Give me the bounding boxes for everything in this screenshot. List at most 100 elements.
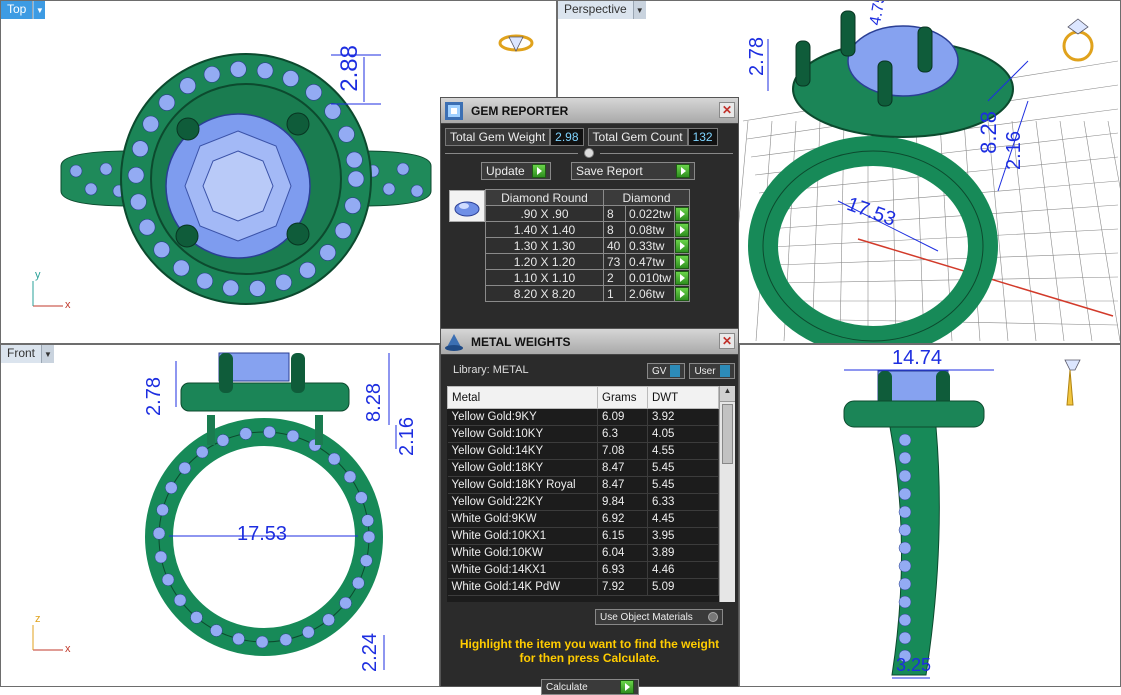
toggle-icon bbox=[708, 612, 718, 622]
metal-grams: 6.15 bbox=[597, 527, 648, 545]
gem-count: 8 bbox=[603, 205, 626, 222]
save-report-label: Save Report bbox=[576, 163, 643, 178]
metal-row[interactable]: White Gold:10KW 6.04 3.89 bbox=[447, 544, 719, 562]
metal-grams: 6.92 bbox=[597, 510, 648, 528]
diamond-round-icon bbox=[449, 190, 485, 222]
viewport-right[interactable]: 14.74 3.25 bbox=[739, 344, 1121, 687]
gem-weight: 2.06tw bbox=[624, 285, 676, 302]
ring-right-render bbox=[843, 359, 1081, 679]
splitter[interactable] bbox=[445, 148, 733, 158]
use-object-materials-label: Use Object Materials bbox=[600, 611, 693, 623]
metal-row[interactable]: Yellow Gold:18KY 8.47 5.45 bbox=[447, 459, 719, 477]
metal-dwt: 4.45 bbox=[647, 510, 719, 528]
chevron-down-icon[interactable]: ▼ bbox=[633, 1, 646, 19]
gem-select-button[interactable] bbox=[674, 237, 691, 254]
info-icon bbox=[719, 365, 730, 377]
column-header-grams[interactable]: Grams bbox=[597, 386, 648, 409]
gem-reporter-titlebar[interactable]: GEM REPORTER ✕ bbox=[441, 98, 738, 124]
gem-select-button[interactable] bbox=[674, 269, 691, 286]
column-header-dwt[interactable]: DWT bbox=[647, 386, 719, 409]
gem-weight: 0.010tw bbox=[624, 269, 676, 286]
gem-reporter-panel: GEM REPORTER ✕ Total Gem Weight 2.98 Tot… bbox=[440, 97, 739, 330]
metal-dwt: 3.92 bbox=[647, 408, 719, 426]
instruction-text: Highlight the item you want to find the … bbox=[441, 637, 738, 665]
metal-row[interactable]: Yellow Gold:18KY Royal 8.47 5.45 bbox=[447, 476, 719, 494]
gem-row[interactable]: .90 X .90 8 0.022tw bbox=[485, 205, 691, 222]
play-arrow-icon bbox=[675, 286, 690, 301]
chevron-down-icon[interactable]: ▼ bbox=[33, 1, 46, 19]
axis-y-label: y bbox=[35, 269, 41, 281]
metal-row[interactable]: Yellow Gold:10KY 6.3 4.05 bbox=[447, 425, 719, 443]
dimension-label: 2.78 bbox=[746, 37, 768, 76]
scroll-thumb[interactable] bbox=[722, 404, 733, 464]
gem-select-button[interactable] bbox=[674, 221, 691, 238]
metal-grams: 6.04 bbox=[597, 544, 648, 562]
collapse-icon[interactable] bbox=[584, 148, 594, 158]
axis-x-label: x bbox=[65, 299, 71, 311]
info-icon bbox=[670, 365, 681, 377]
gem-row[interactable]: 8.20 X 8.20 1 2.06tw bbox=[485, 285, 691, 302]
panel-title: GEM REPORTER bbox=[471, 103, 569, 118]
dimension-label: 17.53 bbox=[237, 523, 288, 545]
gem-reporter-icon bbox=[443, 100, 465, 122]
metal-grams: 6.3 bbox=[597, 425, 648, 443]
close-icon[interactable]: ✕ bbox=[719, 333, 735, 349]
column-header-metal[interactable]: Metal bbox=[447, 386, 598, 409]
gv-button[interactable]: GV bbox=[647, 363, 686, 379]
viewport-tab-perspective[interactable]: Perspective ▼ bbox=[558, 1, 646, 19]
metal-table-container[interactable]: Metal Grams DWT Yellow Gold:9KY 6.09 3.92 Y… bbox=[447, 386, 735, 602]
gem-weight: 0.33tw bbox=[624, 237, 676, 254]
save-report-button[interactable]: Save Report bbox=[571, 162, 695, 180]
use-object-materials-toggle[interactable]: Use Object Materials bbox=[595, 609, 723, 625]
column-header-shape: Diamond Round bbox=[485, 189, 604, 206]
gem-row[interactable]: 1.10 X 1.10 2 0.010tw bbox=[485, 269, 691, 286]
play-arrow-icon bbox=[675, 222, 690, 237]
update-label: Update bbox=[486, 163, 525, 178]
gem-count: 8 bbox=[603, 221, 626, 238]
close-icon[interactable]: ✕ bbox=[719, 102, 735, 118]
gem-row[interactable]: 1.20 X 1.20 73 0.47tw bbox=[485, 253, 691, 270]
viewport-front[interactable]: Front ▼ 2.78 8.28 2.16 17.53 2.24 z x bbox=[0, 344, 440, 687]
calculate-button[interactable]: Calculate bbox=[541, 679, 639, 695]
viewport-tab-front[interactable]: Front ▼ bbox=[1, 345, 55, 363]
scrollbar[interactable]: ▲ bbox=[719, 386, 735, 602]
play-arrow-icon bbox=[532, 164, 546, 178]
library-label: Library: METAL bbox=[453, 364, 529, 376]
play-arrow-icon bbox=[676, 164, 690, 178]
dimension-label: 14.74 bbox=[892, 347, 943, 369]
dimension-label: 2.78 bbox=[143, 377, 165, 416]
dimension-label: 3.25 bbox=[896, 655, 932, 675]
metal-row[interactable]: Yellow Gold:14KY 7.08 4.55 bbox=[447, 442, 719, 460]
viewport-tab-top[interactable]: Top ▼ bbox=[1, 1, 46, 19]
gem-size: 8.20 X 8.20 bbox=[485, 285, 604, 302]
metal-row[interactable]: White Gold:10KX1 6.15 3.95 bbox=[447, 527, 719, 545]
chevron-down-icon[interactable]: ▼ bbox=[42, 345, 55, 363]
metal-name: Yellow Gold:18KY bbox=[447, 459, 598, 477]
metal-name: White Gold:14KX1 bbox=[447, 561, 598, 579]
metal-grams: 8.47 bbox=[597, 476, 648, 494]
metal-name: White Gold:9KW bbox=[447, 510, 598, 528]
gem-select-button[interactable] bbox=[674, 253, 691, 270]
metal-row[interactable]: White Gold:14K PdW 7.92 5.09 bbox=[447, 578, 719, 596]
gem-select-button[interactable] bbox=[674, 205, 691, 222]
gem-count: 1 bbox=[603, 285, 626, 302]
scroll-up-icon[interactable]: ▲ bbox=[720, 386, 735, 402]
gem-select-button[interactable] bbox=[674, 285, 691, 302]
metal-row[interactable]: White Gold:9KW 6.92 4.45 bbox=[447, 510, 719, 528]
metal-name: Yellow Gold:22KY bbox=[447, 493, 598, 511]
user-button[interactable]: User bbox=[689, 363, 735, 379]
panel-title: METAL WEIGHTS bbox=[471, 334, 571, 349]
metal-grams: 6.93 bbox=[597, 561, 648, 579]
gem-weight: 0.022tw bbox=[624, 205, 676, 222]
axis-z-label: z bbox=[35, 613, 41, 625]
gem-row[interactable]: 1.40 X 1.40 8 0.08tw bbox=[485, 221, 691, 238]
metal-row[interactable]: White Gold:14KX1 6.93 4.46 bbox=[447, 561, 719, 579]
metal-name: White Gold:14K PdW bbox=[447, 578, 598, 596]
metal-row[interactable]: Yellow Gold:22KY 9.84 6.33 bbox=[447, 493, 719, 511]
play-arrow-icon bbox=[620, 680, 634, 694]
metal-row[interactable]: Yellow Gold:9KY 6.09 3.92 bbox=[447, 408, 719, 426]
gem-row[interactable]: 1.30 X 1.30 40 0.33tw bbox=[485, 237, 691, 254]
metal-weights-titlebar[interactable]: METAL WEIGHTS ✕ bbox=[441, 329, 738, 355]
update-button[interactable]: Update bbox=[481, 162, 551, 180]
gem-size: .90 X .90 bbox=[485, 205, 604, 222]
